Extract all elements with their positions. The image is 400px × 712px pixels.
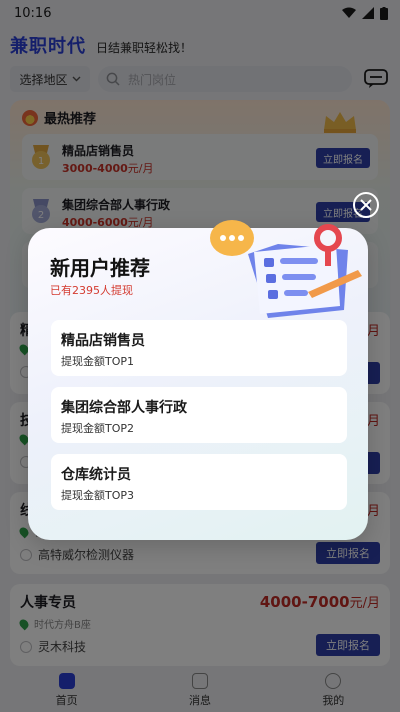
close-button[interactable]	[353, 192, 379, 218]
modal-subtitle: 已有2395人提现	[50, 284, 133, 297]
close-icon	[360, 199, 372, 211]
modal-job-rank: 提现金额TOP3	[61, 489, 135, 502]
modal-job-title: 集团综合部人事行政	[61, 400, 187, 416]
modal-title: 新用户推荐	[50, 256, 150, 280]
modal-job-item[interactable]: 仓库统计员 提现金额TOP3	[51, 454, 347, 510]
modal-job-rank: 提现金额TOP1	[61, 355, 135, 368]
modal-job-rank: 提现金额TOP2	[61, 422, 135, 435]
document-illustration-icon	[210, 220, 362, 318]
modal-job-item[interactable]: 集团综合部人事行政 提现金额TOP2	[51, 387, 347, 443]
modal-job-item[interactable]: 精品店销售员 提现金额TOP1	[51, 320, 347, 376]
modal-job-title: 仓库统计员	[61, 467, 131, 483]
modal-job-title: 精品店销售员	[61, 333, 145, 349]
